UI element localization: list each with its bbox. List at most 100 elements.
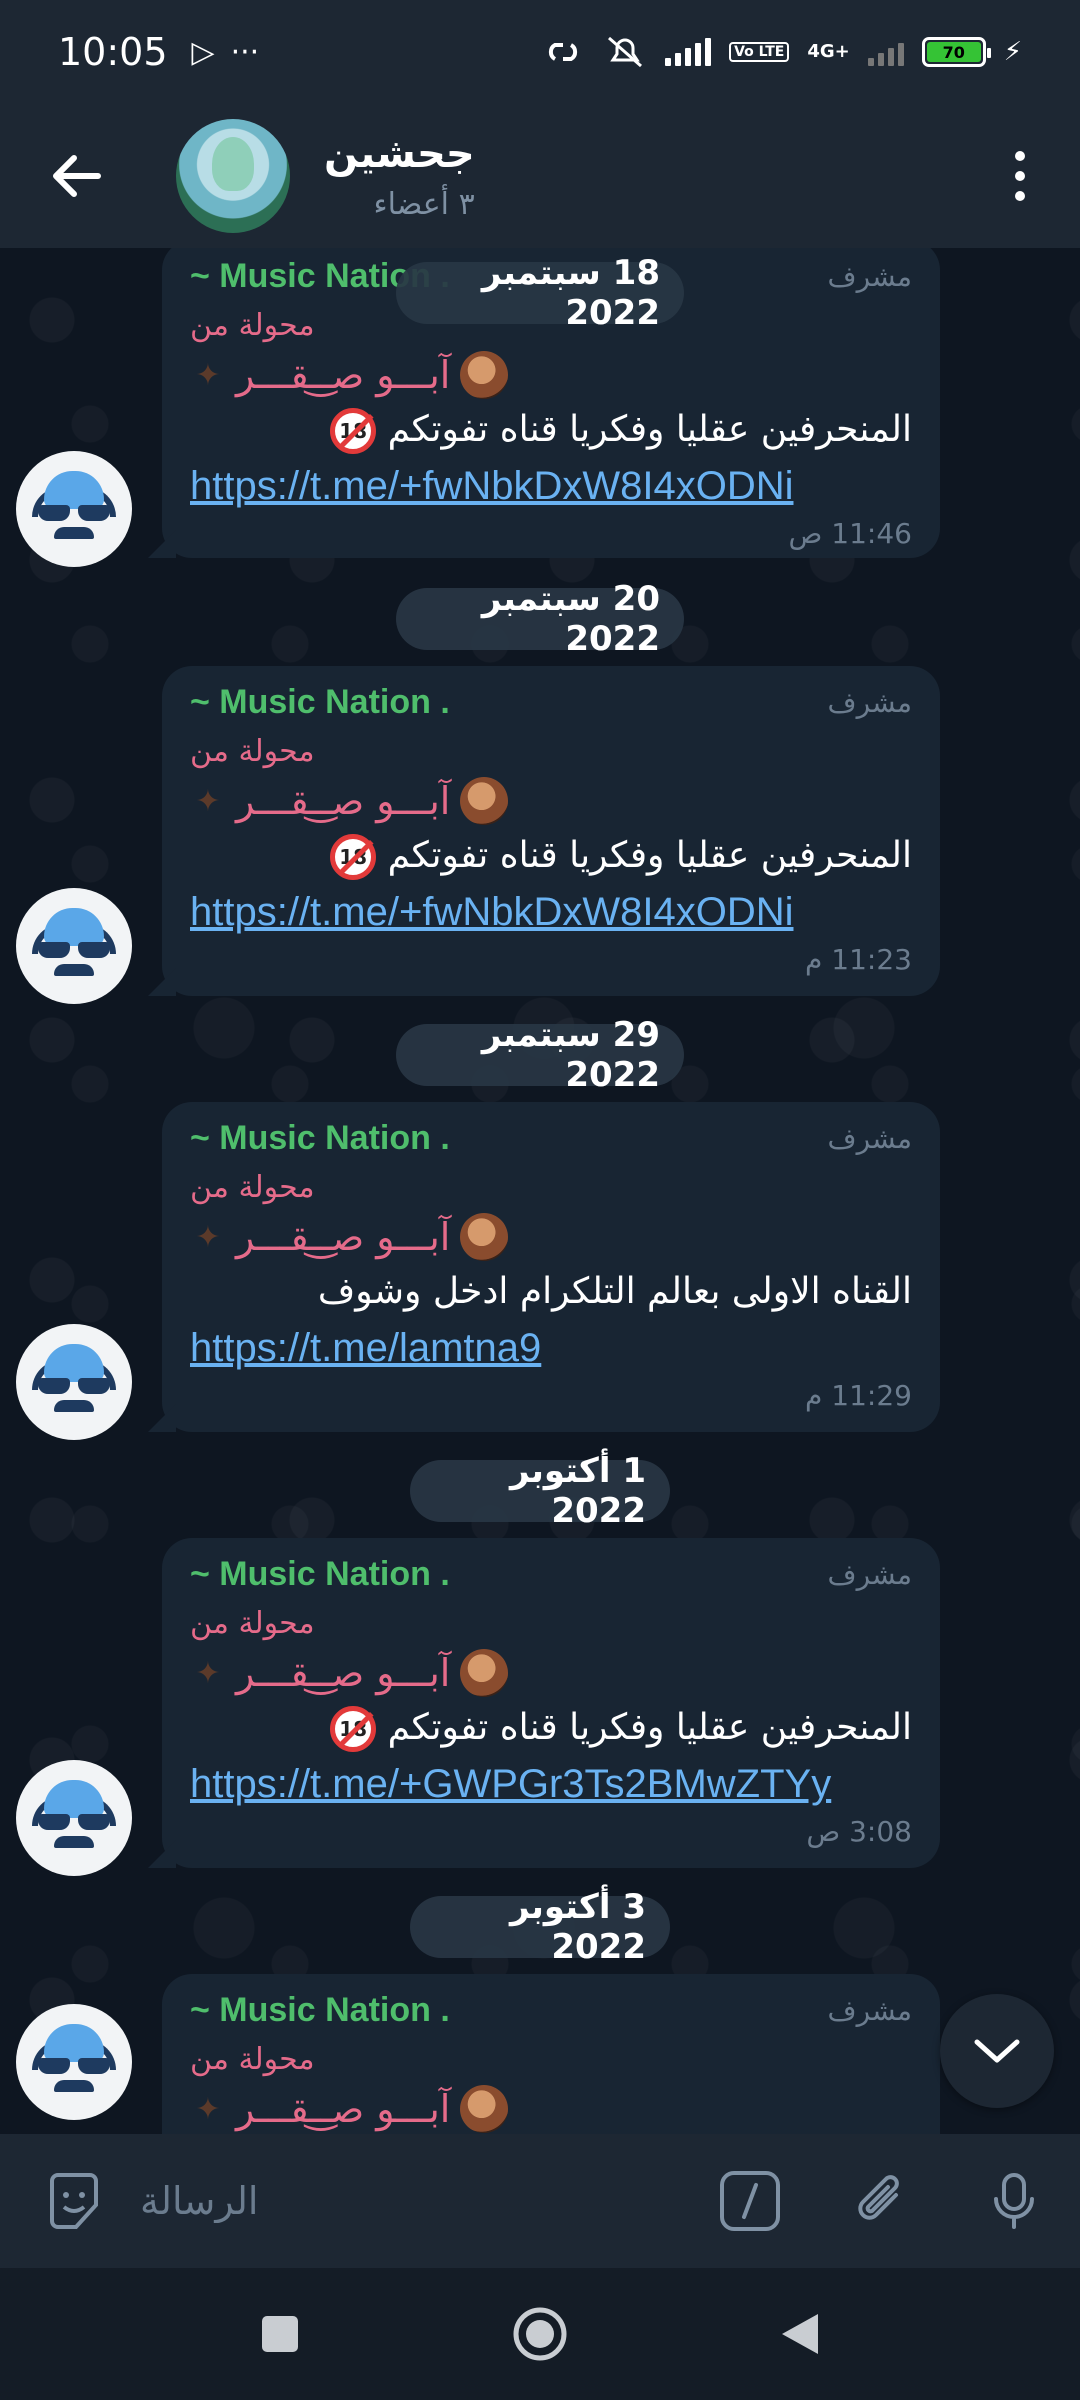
signal-icon-2 (867, 38, 904, 66)
forwarded-label: محولة من (190, 1170, 315, 1205)
admin-badge: مشرف (827, 1557, 912, 1591)
forwarded-from[interactable]: ✦ آبـــو صـ͜ـقـــر (190, 774, 912, 828)
eagle-icon: ✦ (195, 783, 221, 819)
brain-headphones-icon (32, 1776, 116, 1860)
member-count: ٣ أعضاء (373, 186, 475, 222)
forwarded-avatar (460, 2085, 509, 2133)
sender-name[interactable]: ~ Music Nation . (190, 683, 450, 722)
square-icon (262, 2316, 298, 2352)
date-separator: 20 سبتمبر 2022 (396, 579, 684, 659)
forwarded-from[interactable]: ✦ آبـــو صـ͜ـقـــر (190, 2082, 912, 2134)
forwarded-avatar (460, 777, 509, 825)
admin-badge: مشرف (827, 1993, 912, 2027)
message-time: 11:23 م (805, 943, 912, 976)
sender-name[interactable]: ~ Music Nation . (190, 1991, 450, 2030)
forwarded-label: محولة من (190, 2042, 315, 2077)
network-type: 4G+ (807, 41, 850, 62)
sender-avatar[interactable] (16, 2004, 132, 2120)
group-avatar[interactable] (176, 119, 290, 233)
message-bubble[interactable]: ~ Music Nation . مشرف محولة من ✦ آبـــو صـ… (148, 666, 940, 996)
brain-headphones-icon (32, 904, 116, 988)
scroll-down-button[interactable] (940, 1994, 1054, 2108)
group-info[interactable]: جحشين ٣ أعضاء (324, 131, 475, 222)
status-bar: 10:05 ▷ ··· Vo LTE 4G+ 70 ⚡ (0, 0, 1080, 104)
message-input[interactable] (140, 2179, 708, 2223)
sender-avatar[interactable] (16, 888, 132, 1004)
sender-name[interactable]: ~ Music Nation . (190, 1119, 450, 1158)
mute-icon (608, 36, 643, 68)
more-notifications-icon: ··· (230, 34, 260, 70)
system-nav-bar (0, 2268, 1080, 2400)
commands-button[interactable] (708, 2159, 792, 2243)
eagle-icon: ✦ (195, 1655, 221, 1691)
message-text: القناه الاولى بعالم التلكرام ادخل وشوف (317, 1271, 912, 1312)
sticker-icon (50, 2173, 98, 2229)
eagle-icon: ✦ (195, 2091, 221, 2127)
message-link[interactable]: https://t.me/+GWPGr3Ts2BMwZTYy (190, 1756, 912, 1812)
forwarded-avatar (460, 351, 509, 399)
play-icon: ▷ (191, 34, 215, 70)
message-bubble[interactable]: ~ Music Nation . مشرف محولة من ✦ آبـــو صـ… (162, 1974, 940, 2134)
forwarded-from[interactable]: ✦ آبـــو صـ͜ـقـــر (190, 348, 912, 402)
status-time: 10:05 (58, 30, 168, 74)
sender-avatar[interactable] (16, 1324, 132, 1440)
charging-icon: ⚡ (1003, 37, 1022, 67)
eagle-icon: ✦ (195, 357, 221, 393)
message-bubble[interactable]: ~ Music Nation . مشرف محولة من ✦ آبـــو صـ… (148, 1538, 940, 1868)
forwarded-from[interactable]: ✦ آبـــو صـ͜ـقـــر (190, 1210, 912, 1264)
link-icon (548, 43, 578, 61)
recents-button[interactable] (240, 2294, 320, 2374)
chevron-down-icon (974, 2039, 1020, 2063)
battery-level: 70 (926, 42, 981, 62)
brain-headphones-icon (32, 1340, 116, 1424)
battery-icon: 70 (921, 37, 991, 67)
microphone-icon (994, 2173, 1034, 2229)
message-composer (0, 2134, 1080, 2268)
message-link[interactable]: https://t.me/+fwNbkDxW8I4xODNi (190, 458, 912, 514)
sticker-button[interactable] (24, 2151, 124, 2251)
eagle-icon: ✦ (195, 1219, 221, 1255)
forwarded-label: محولة من (190, 1606, 315, 1641)
attach-button[interactable] (840, 2159, 924, 2243)
forwarded-name: آبـــو صـ͜ـقـــر (236, 1651, 451, 1695)
message-text: المنحرفين عقليا وفكريا قناه تفوتكم 18 (190, 402, 912, 458)
back-button[interactable] (16, 116, 136, 236)
no-under-18-icon: 18 (330, 408, 377, 454)
sender-name[interactable]: ~ Music Nation . (190, 1555, 450, 1594)
voice-button[interactable] (972, 2159, 1056, 2243)
chat-header: جحشين ٣ أعضاء (0, 104, 1080, 248)
message-time: 11:46 ص (788, 517, 912, 550)
paperclip-icon (858, 2175, 899, 2220)
forwarded-label: محولة من (190, 734, 315, 769)
admin-badge: مشرف (827, 259, 912, 293)
message-bubble[interactable]: ~ Music Nation . مشرف محولة من ✦ آبـــو صـ… (148, 1102, 940, 1432)
sender-avatar[interactable] (16, 1760, 132, 1876)
message-link[interactable]: https://t.me/+fwNbkDxW8I4xODNi (190, 884, 912, 940)
forwarded-avatar (460, 1213, 509, 1261)
home-button[interactable] (500, 2294, 580, 2374)
forwarded-name: آبـــو صـ͜ـقـــر (236, 779, 451, 823)
message-link[interactable]: https://t.me/lamtna9 (190, 1320, 912, 1376)
forwarded-from[interactable]: ✦ آبـــو صـ͜ـقـــر (190, 1646, 912, 1700)
message-time: 3:08 ص (806, 1815, 912, 1848)
message-text: المنحرفين عقليا وفكريا قناه تفوتكم 18 (190, 828, 912, 884)
brain-headphones-icon (32, 467, 116, 551)
slash-command-icon (720, 2171, 780, 2231)
forwarded-name: آبـــو صـ͜ـقـــر (236, 353, 451, 397)
volte-icon: Vo LTE (729, 42, 790, 62)
more-options-button[interactable] (990, 126, 1050, 226)
circle-icon (513, 2307, 567, 2361)
signal-icon (665, 38, 712, 66)
date-separator: 18 سبتمبر 2022 (396, 253, 684, 333)
triangle-back-icon (782, 2314, 818, 2354)
no-under-18-icon: 18 (330, 1706, 377, 1752)
admin-badge: مشرف (827, 685, 912, 719)
chat-area[interactable]: ~ Music Nation . مشرف محولة من ✦ آبـــو صـ… (0, 248, 1080, 2134)
sender-avatar[interactable] (16, 451, 132, 567)
no-under-18-icon: 18 (330, 834, 377, 880)
message-time: 11:29 م (805, 1379, 912, 1412)
forwarded-avatar (460, 1649, 509, 1697)
date-separator: 29 سبتمبر 2022 (396, 1015, 684, 1095)
back-nav-button[interactable] (760, 2294, 840, 2374)
group-title: جحشين (324, 130, 475, 177)
